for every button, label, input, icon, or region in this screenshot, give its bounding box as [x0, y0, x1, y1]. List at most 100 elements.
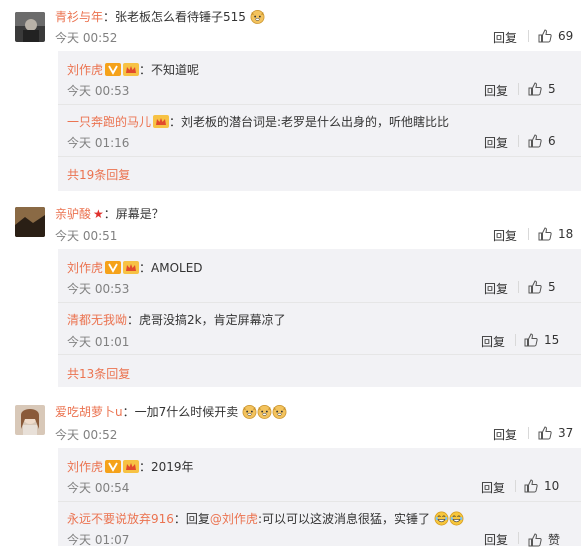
subcomment-line: 永远不要说放弃916：回复@刘作虎:可以可以这波消息很猛，实锤了 — [67, 510, 464, 527]
subcomment-time: 今天 00:53 — [67, 282, 130, 296]
username-link[interactable]: 青衫与年 — [55, 10, 103, 24]
reply-button[interactable]: 回复 — [493, 227, 517, 244]
reply-button[interactable]: 回复 — [484, 531, 508, 548]
like-count: 5 — [548, 280, 556, 294]
more-replies-link[interactable]: 共13条回复 — [67, 365, 130, 382]
divider — [58, 104, 581, 105]
doge-emoji-icon — [272, 405, 287, 419]
username-link[interactable]: 爱吃胡萝卜u — [55, 405, 123, 419]
divider — [518, 281, 519, 293]
like-count: 18 — [558, 227, 574, 241]
subcomment-text: ：刘老板的潜台词是:老罗是什么出身的，听他瞎比比 — [169, 115, 450, 129]
comment-text: ：张老板怎么看待锤子515 — [103, 10, 246, 24]
like-count: 15 — [544, 333, 560, 347]
subcomment-text: ：回复 — [173, 512, 210, 526]
subcomment-time: 今天 00:54 — [67, 481, 130, 495]
username-link[interactable]: 永远不要说放弃916 — [67, 512, 174, 526]
subcomment-text: ：2019年 — [139, 460, 194, 474]
username-link[interactable]: 一只奔跑的马儿 — [67, 115, 151, 129]
divider — [58, 354, 581, 355]
verified-v-badge-icon — [105, 261, 122, 274]
reply-button[interactable]: 回复 — [481, 479, 505, 496]
like-count: 10 — [544, 479, 560, 493]
divider — [518, 83, 519, 95]
laughing-emoji-icon — [449, 511, 464, 526]
subcomment-text: :可以可以这波消息很猛，实锤了 — [257, 512, 430, 526]
username-link[interactable]: 刘作虎 — [67, 63, 103, 77]
thumbs-up-icon — [528, 82, 542, 96]
divider — [58, 302, 581, 303]
comment-line: 亲驴酸 ★：屏幕是？ — [55, 205, 164, 222]
crown-badge-icon — [123, 261, 140, 274]
divider — [528, 427, 529, 439]
crown-badge-icon — [123, 460, 140, 473]
subcomment-time: 今天 01:01 — [67, 335, 130, 349]
comment-line: 爱吃胡萝卜u：一加7什么时候开卖 — [55, 403, 287, 420]
subcomment-line: 刘作虎 ：AMOLED — [67, 259, 203, 276]
doge-emoji-icon — [242, 405, 257, 419]
reply-button[interactable]: 回复 — [484, 280, 508, 297]
username-link[interactable]: 清都无我呦 — [67, 313, 127, 327]
subcomment-line: 刘作虎 ：不知道呢 — [67, 61, 199, 78]
subcomment-line: 刘作虎 ：2019年 — [67, 458, 194, 475]
like-count: 5 — [548, 82, 556, 96]
crown-badge-icon — [153, 115, 170, 128]
verified-v-badge-icon — [105, 63, 122, 76]
like-button[interactable]: 69 — [538, 29, 573, 43]
like-button[interactable]: 10 — [524, 479, 559, 493]
thumbs-up-icon — [524, 333, 538, 347]
comment-time: 今天 00:52 — [55, 31, 118, 45]
verified-v-badge-icon — [105, 460, 122, 473]
like-button[interactable]: 18 — [538, 227, 573, 241]
reply-button[interactable]: 回复 — [493, 29, 517, 46]
like-button[interactable]: 赞 — [528, 531, 560, 548]
laughing-emoji-icon — [434, 511, 449, 526]
username-link[interactable]: 刘作虎 — [67, 261, 103, 275]
comment-text: ：一加7什么时候开卖 — [122, 405, 239, 419]
doge-emoji-icon — [257, 405, 272, 419]
username-link[interactable]: 刘作虎 — [67, 460, 103, 474]
reply-button[interactable]: 回复 — [484, 82, 508, 99]
like-button[interactable]: 5 — [528, 82, 556, 96]
comment-time: 今天 00:52 — [55, 428, 118, 442]
like-button[interactable]: 37 — [538, 426, 573, 440]
thumbs-up-icon — [538, 426, 552, 440]
like-count: 69 — [558, 29, 574, 43]
username-link[interactable]: 亲驴酸 — [55, 207, 91, 221]
subcomment-line: 一只奔跑的马儿 ：刘老板的潜台词是:老罗是什么出身的，听他瞎比比 — [67, 113, 449, 130]
thumbs-up-icon — [528, 280, 542, 294]
reply-button[interactable]: 回复 — [484, 134, 508, 151]
comment-time: 今天 00:51 — [55, 229, 118, 243]
more-replies-link[interactable]: 共19条回复 — [67, 166, 130, 183]
subcomment-text: ：不知道呢 — [139, 63, 200, 77]
subcomment-line: 清都无我呦：虎哥没搞2k，肯定屏幕凉了 — [67, 311, 286, 328]
thumbs-up-icon — [538, 29, 552, 43]
subcomment-time: 今天 01:16 — [67, 136, 130, 150]
like-count: 37 — [558, 426, 574, 440]
thumbs-up-icon — [528, 533, 542, 547]
crown-badge-icon — [123, 63, 140, 76]
divider — [58, 156, 581, 157]
thumbs-up-icon — [538, 227, 552, 241]
avatar[interactable] — [15, 12, 45, 42]
like-count: 6 — [548, 134, 556, 148]
reply-button[interactable]: 回复 — [493, 426, 517, 443]
divider — [518, 135, 519, 147]
subcomment-text: ：AMOLED — [139, 261, 203, 275]
subcomment-time: 今天 00:53 — [67, 84, 130, 98]
subcomment-time: 今天 01:07 — [67, 533, 130, 547]
comment-text: ：屏幕是？ — [103, 207, 164, 221]
avatar[interactable] — [15, 207, 45, 237]
divider — [58, 501, 581, 502]
divider — [515, 480, 516, 492]
like-button[interactable]: 6 — [528, 134, 556, 148]
like-button[interactable]: 15 — [524, 333, 559, 347]
avatar[interactable] — [15, 405, 45, 435]
thumbs-up-icon — [528, 134, 542, 148]
mention-link[interactable]: @刘作虎 — [210, 512, 258, 526]
divider — [515, 334, 516, 346]
divider — [518, 532, 519, 544]
comment-line: 青衫与年：张老板怎么看待锤子515 — [55, 8, 265, 25]
like-button[interactable]: 5 — [528, 280, 556, 294]
reply-button[interactable]: 回复 — [481, 333, 505, 350]
